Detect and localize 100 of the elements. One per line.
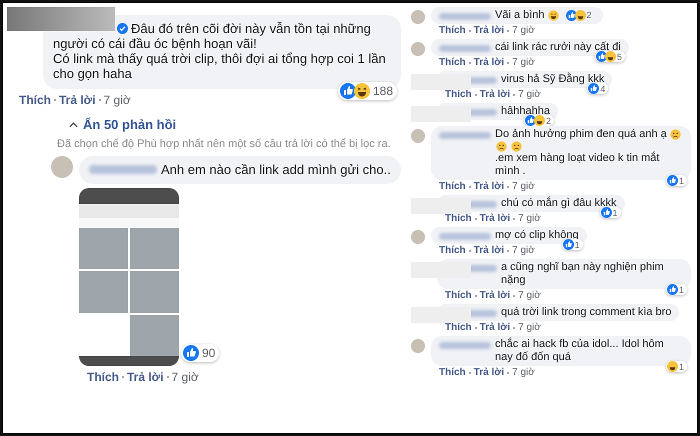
laughing-face-icon [534, 115, 545, 126]
separator-dot [507, 250, 510, 252]
separator-dot [513, 94, 516, 96]
comment-text: Đâu đó trên cõi đời này vẫn tồn tại những người có cái đầu óc bệnh hoạn vãi! [53, 21, 371, 51]
crying-face-icon [670, 129, 681, 140]
reaction-summary[interactable]: 2 [524, 115, 554, 126]
blurred-name [439, 132, 491, 139]
action-link[interactable]: Trả lời [474, 367, 504, 378]
comment-text: Anh em nào cần link add mình gửi cho.. [161, 162, 391, 177]
action-link[interactable]: Thích [439, 57, 466, 68]
action-link[interactable]: Thích [439, 181, 466, 192]
sad-face-icon [511, 141, 522, 152]
action-link[interactable]: Trả lời [480, 213, 510, 224]
separator-dot [98, 99, 101, 101]
thumbs-up-icon [666, 284, 678, 295]
separator-dot [166, 376, 169, 378]
timestamp: 7 giờ [512, 181, 535, 192]
separator-dot [513, 218, 516, 220]
action-link[interactable]: Trả lời [474, 57, 504, 68]
separator-dot [507, 62, 510, 64]
comment-text: Do ảnh hưởng phim đen quá anh ạ [495, 128, 667, 141]
separator-dot [474, 326, 477, 328]
blurred-name [89, 165, 157, 174]
action-link[interactable]: Trả lời [59, 93, 96, 107]
separator-dot [468, 372, 471, 374]
action-link[interactable]: Thích [445, 213, 472, 224]
laughing-face-icon [604, 51, 616, 62]
separator-dot [507, 30, 510, 32]
separator-dot [468, 30, 471, 32]
timestamp: 7 giờ [512, 25, 535, 36]
comment-text: a cũng nghĩ bạn này nghiện phim nặng [501, 261, 665, 287]
reaction-summary[interactable]: 1 [600, 207, 621, 218]
action-link[interactable]: Thích [445, 290, 472, 301]
action-link[interactable]: Thích [445, 322, 472, 333]
action-link[interactable]: Trả lời [474, 25, 504, 36]
thumbs-up-icon [600, 207, 612, 218]
comment-text: mợ có clip không [495, 229, 579, 242]
comment-text: quá trời link trong comment kìa bro [501, 306, 672, 319]
comment-text: Có link mà thấy quá trời clip, thôi đợi ai tổng hợp coi 1 lần cho gọn haha [53, 51, 386, 81]
blurred-name [439, 13, 491, 20]
timestamp: 7 giờ [172, 370, 199, 384]
separator-dot [54, 99, 56, 101]
timestamp: 7 giờ [518, 89, 541, 100]
reaction-summary[interactable]: 1 [562, 239, 583, 250]
timestamp: 7 giờ [512, 367, 535, 378]
hide-replies-link[interactable]: Ẩn 50 phản hồi [69, 117, 176, 132]
action-link[interactable]: Thích [445, 89, 472, 100]
action-link[interactable]: Thích [19, 93, 51, 107]
reaction-summary[interactable]: 90 [181, 344, 220, 362]
reaction-summary[interactable]: 4 [587, 83, 608, 94]
timestamp: 7 giờ [104, 93, 131, 107]
action-link[interactable]: Thích [87, 370, 119, 384]
action-link[interactable]: Trả lời [127, 370, 164, 384]
comment-text: Vãi a bình [495, 9, 545, 22]
thumbs-up-icon [183, 345, 199, 361]
separator-dot [122, 376, 124, 378]
action-link[interactable]: Trả lời [480, 89, 510, 100]
separator-dot [507, 372, 510, 374]
separator-dot [513, 294, 516, 296]
comment-text: chú có mắn gì đâu kkkk [501, 197, 617, 210]
action-link[interactable]: Thích [439, 245, 466, 256]
separator-dot [474, 294, 477, 296]
separator-dot [468, 186, 471, 188]
action-link[interactable]: Thích [439, 25, 466, 36]
timestamp: 7 giờ [512, 245, 535, 256]
reaction-summary[interactable]: 1 [666, 361, 687, 372]
action-link[interactable]: Thích [439, 367, 466, 378]
action-link[interactable]: Trả lời [474, 181, 504, 192]
action-link[interactable]: Trả lời [480, 290, 510, 301]
timestamp: 7 giờ [518, 290, 541, 301]
grinning-face-icon [548, 10, 559, 21]
avatar [51, 156, 73, 178]
crying-face-icon [496, 141, 507, 152]
thumbs-up-icon [588, 83, 600, 94]
thumbs-up-icon [566, 10, 577, 21]
action-link[interactable]: Trả lời [474, 245, 504, 256]
reaction-summary[interactable]: 5 [594, 51, 625, 62]
separator-dot [507, 186, 510, 188]
blurred-name [439, 45, 491, 52]
reaction-summary[interactable]: 1 [666, 175, 687, 186]
action-link[interactable]: Trả lời [480, 322, 510, 333]
thumbs-up-icon [562, 239, 574, 250]
reaction-summary[interactable]: 188 [338, 82, 397, 100]
reaction-summary[interactable]: 2 [564, 9, 595, 22]
comment-text: virus hả Sỹ Đằng kkk [501, 73, 604, 86]
blurred-name [439, 233, 491, 240]
chevron-up-icon [69, 122, 78, 128]
timestamp: 7 giờ [518, 213, 541, 224]
laughing-face-icon [354, 83, 370, 99]
separator-dot [513, 326, 516, 328]
blurred-name [439, 342, 491, 349]
thumbs-up-icon [340, 83, 356, 99]
timestamp: 7 giờ [518, 322, 541, 333]
comment-text: cái link rác rưởi này cất đi [495, 41, 621, 54]
comment-text: chắc ai hack fb của idol... Idol hôm nay đố đốn quá [495, 338, 665, 364]
reaction-summary[interactable]: 1 [666, 284, 687, 295]
timestamp: 7 giờ [512, 57, 535, 68]
separator-dot [468, 62, 471, 64]
laughing-face-icon [574, 10, 586, 21]
filter-notice: Đã chọn chế độ Phù hợp nhất nên một số câu trả lời có thể bị lọc ra. [57, 138, 391, 150]
